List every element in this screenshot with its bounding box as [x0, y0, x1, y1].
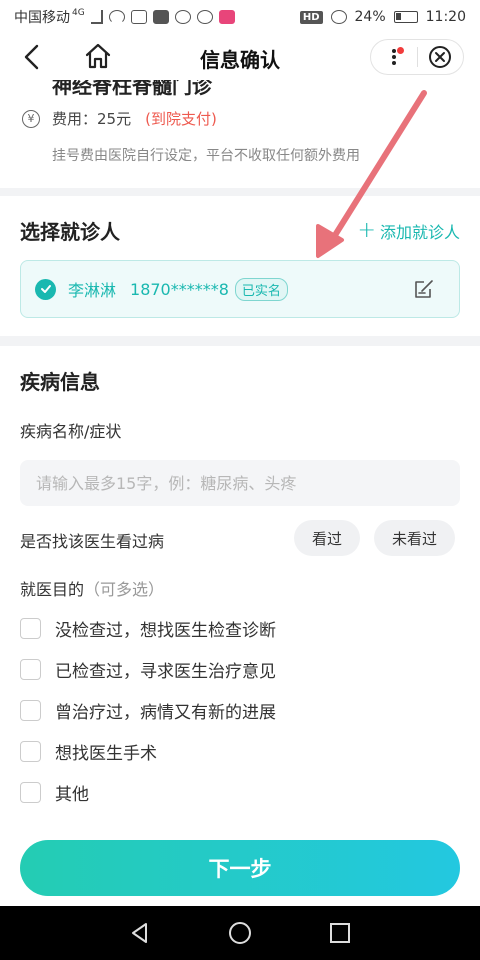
hd-badge: HD — [299, 10, 323, 24]
checkbox[interactable] — [20, 659, 41, 680]
selected-patient-item[interactable]: 李淋淋 1870******8 已实名 — [20, 260, 460, 318]
add-patient-label: 添加就诊人 — [379, 223, 460, 242]
checkbox[interactable] — [20, 782, 41, 803]
purpose-label-row: 就医目的（可多选） — [20, 576, 164, 600]
app-notification-icon — [218, 10, 235, 24]
mini-program-capsule — [370, 39, 464, 75]
back-button[interactable] — [18, 42, 48, 72]
purpose-option-label: 已检查过，寻求医生治疗意见 — [55, 662, 276, 682]
missed-call-icon — [130, 10, 147, 24]
camera-app-icon — [174, 10, 191, 24]
notification-dot — [396, 47, 404, 54]
media-app-icon — [152, 10, 169, 24]
checkbox[interactable] — [20, 618, 41, 639]
yen-icon: ¥ — [22, 109, 40, 128]
edit-patient-button[interactable] — [413, 278, 435, 300]
patient-section: 选择就诊人 + 添加就诊人 李淋淋 1870******8 已实名 — [0, 196, 480, 336]
purpose-option[interactable]: 没检查过，想找医生检查诊断 — [20, 616, 276, 641]
purpose-option-label: 没检查过，想找医生检查诊断 — [55, 621, 276, 641]
seen-no-option[interactable]: 未看过 — [374, 520, 456, 556]
more-icon — [391, 49, 396, 65]
checkbox[interactable] — [20, 741, 41, 762]
mute-icon — [330, 10, 347, 24]
purpose-option[interactable]: 想找医生手术 — [20, 739, 157, 764]
wechat-icon — [196, 10, 213, 24]
purpose-option-label: 想找医生手术 — [55, 744, 157, 764]
disease-info-section: 疾病信息 疾病名称/症状 是否找该医生看过病 看过 未看过 就医目的（可多选） … — [0, 346, 480, 824]
purpose-hint: （可多选） — [84, 580, 165, 599]
purpose-option-label: 曾治疗过，病情又有新的进展 — [55, 703, 276, 723]
more-menu-button[interactable] — [371, 40, 417, 74]
add-patient-button[interactable]: + 添加就诊人 — [358, 219, 460, 243]
plus-icon: + — [357, 218, 376, 243]
patient-phone: 1870******8 — [130, 279, 229, 299]
symptom-input[interactable] — [20, 460, 460, 506]
back-arrow-icon — [24, 44, 39, 70]
seen-yes-option[interactable]: 看过 — [294, 520, 361, 556]
home-icon — [85, 43, 111, 69]
department-name: 神经脊柱脊髓门诊 — [52, 80, 212, 98]
symptom-label: 疾病名称/症状 — [20, 422, 122, 441]
battery-percent: 24% — [354, 9, 386, 25]
next-step-button[interactable]: 下一步 — [20, 840, 460, 896]
disease-section-title: 疾病信息 — [20, 370, 100, 394]
bottom-action-bar: 下一步 — [0, 824, 480, 906]
edit-icon — [415, 280, 433, 298]
signal-icon — [90, 10, 103, 24]
clock: 11:20 — [425, 9, 466, 25]
payment-method: (到院支付) — [145, 110, 217, 128]
purpose-option[interactable]: 曾治疗过，病情又有新的进展 — [20, 698, 276, 723]
system-home-icon[interactable] — [228, 921, 252, 945]
system-back-icon[interactable] — [128, 921, 152, 945]
patient-section-title: 选择就诊人 — [20, 220, 120, 244]
checkbox[interactable] — [20, 700, 41, 721]
close-mini-program-button[interactable] — [417, 40, 463, 74]
fee-note: 挂号费由医院自行设定，平台不收取任何额外费用 — [52, 148, 360, 164]
battery-icon — [393, 11, 418, 23]
network-label: 4G — [72, 8, 85, 18]
close-circle-icon — [429, 46, 452, 68]
appointment-summary-card: 神经脊柱脊髓门诊 ¥ 费用：25元 (到院支付) 挂号费由医院自行设定，平台不收… — [0, 80, 480, 188]
wifi-icon — [108, 10, 125, 24]
status-bar: 中国移动 4G HD 24% 11:20 — [0, 0, 480, 34]
system-navigation-bar — [0, 906, 480, 960]
carrier-label: 中国移动 — [14, 10, 70, 26]
purpose-label: 就医目的 — [20, 580, 85, 599]
seen-doctor-label: 是否找该医生看过病 — [20, 532, 165, 551]
fee-amount: 费用：25元 — [52, 110, 132, 128]
purpose-option[interactable]: 其他 — [20, 780, 89, 805]
verified-badge: 已实名 — [234, 277, 288, 301]
navigation-bar: 信息确认 — [0, 34, 480, 80]
purpose-option-label: 其他 — [55, 785, 89, 805]
home-button[interactable] — [82, 40, 114, 72]
purpose-option[interactable]: 已检查过，寻求医生治疗意见 — [20, 657, 276, 682]
patient-name: 李淋淋 — [68, 281, 117, 300]
check-icon — [35, 278, 56, 300]
fee-row: ¥ 费用：25元 (到院支付) — [22, 108, 217, 129]
system-recents-icon[interactable] — [328, 921, 352, 945]
